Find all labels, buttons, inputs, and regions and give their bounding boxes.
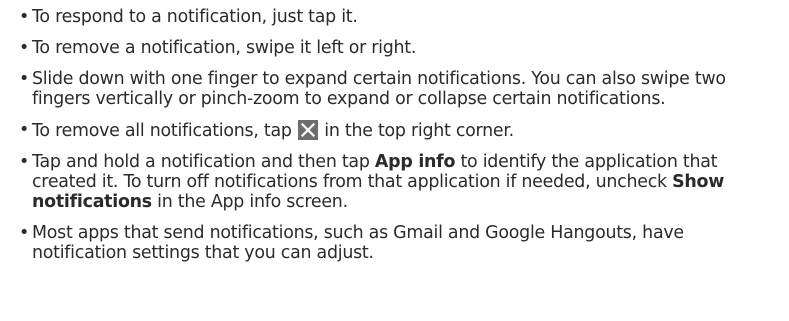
list-item: • To remove a notification, swipe it lef…	[19, 38, 779, 58]
bullet-icon: •	[19, 120, 30, 140]
item-text: Most apps that send notifications, such …	[32, 223, 684, 263]
bullet-icon: •	[19, 152, 30, 172]
item-text-part: in the App info screen.	[151, 192, 348, 212]
close-icon	[297, 120, 318, 140]
list-item: • Tap and hold a notification and then t…	[19, 152, 779, 212]
item-text-part: Tap and hold a notification and then tap	[32, 152, 375, 172]
notification-tips-list: • To respond to a notification, just tap…	[19, 7, 779, 263]
list-item: • To remove all notifications, tap in th…	[19, 120, 779, 141]
bullet-icon: •	[19, 38, 30, 58]
app-info-term: App info	[374, 152, 456, 172]
item-text: To respond to a notification, just tap i…	[32, 7, 358, 27]
document-page: • To respond to a notification, just tap…	[0, 0, 789, 321]
bullet-icon: •	[19, 7, 30, 27]
bullet-icon: •	[19, 69, 30, 89]
item-text-after: in the top right corner.	[318, 121, 514, 141]
bullet-icon: •	[19, 223, 30, 243]
item-text: To remove a notification, swipe it left …	[32, 38, 417, 58]
list-item: • Slide down with one finger to expand c…	[19, 69, 779, 109]
list-item: • To respond to a notification, just tap…	[19, 7, 779, 27]
item-text-before: To remove all notifications, tap	[32, 121, 297, 141]
item-text: Slide down with one finger to expand cer…	[32, 69, 726, 109]
list-item: • Most apps that send notifications, suc…	[19, 223, 779, 263]
